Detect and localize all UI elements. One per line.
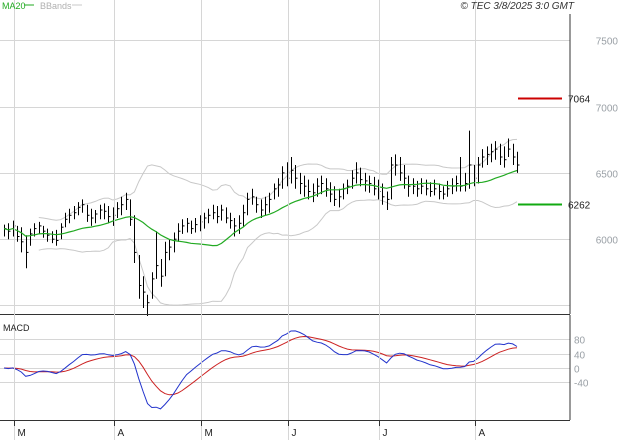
price-y-tick-label: 6500 [596, 170, 619, 181]
macd-y-tick-label: 0 [574, 365, 580, 376]
copyright-text: © TEC 3/8/2025 3:0 GMT [460, 1, 574, 12]
x-tick-label: A [118, 428, 125, 439]
macd-y-tick-label: 80 [574, 336, 586, 347]
support-label: 6262 [568, 201, 591, 212]
price-y-tick-label: 7000 [596, 104, 619, 115]
legend-ma20: MA20 [2, 1, 26, 11]
x-tick-label: J [292, 428, 297, 439]
price-y-tick-label: 7500 [596, 37, 619, 48]
stock-chart: 7064 6262 7500 7000 6500 6000 80 40 0 -40 M A M J J… [0, 0, 627, 440]
x-tick-label: A [479, 428, 486, 439]
macd-y-tick-label: -40 [574, 379, 589, 390]
x-tick-label: J [383, 428, 388, 439]
macd-y-tick-label: 40 [574, 351, 586, 362]
x-tick-label: M [18, 428, 26, 439]
resistance-label: 7064 [568, 95, 591, 106]
macd-title: MACD [3, 323, 30, 333]
x-tick-label: M [205, 428, 213, 439]
price-y-tick-label: 6000 [596, 236, 619, 247]
legend-bbands: BBands [40, 1, 72, 11]
